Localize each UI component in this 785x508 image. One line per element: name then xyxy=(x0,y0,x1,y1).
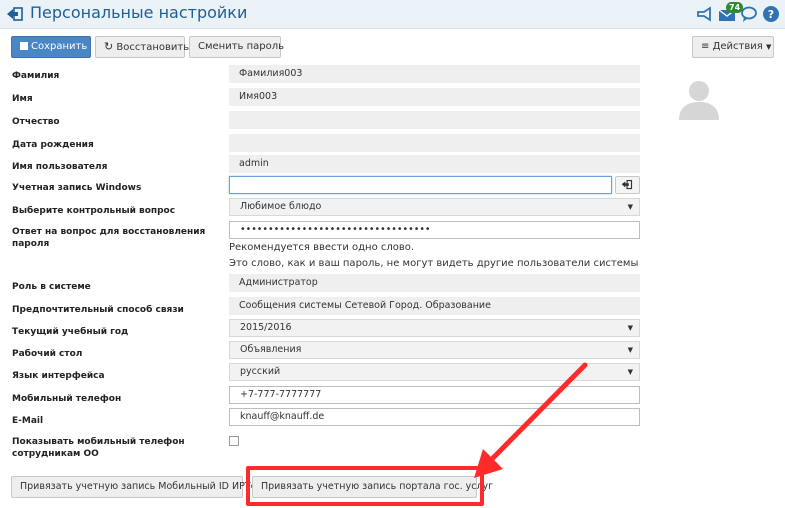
megaphone-icon[interactable] xyxy=(695,4,715,24)
hint-line-1: Рекомендуется ввести одно слово. xyxy=(229,242,415,253)
save-button[interactable]: Сохранить xyxy=(11,36,91,58)
language-select[interactable]: русский ▼ xyxy=(229,363,640,381)
show-mobile-label-line2: сотрудникам ОО xyxy=(12,449,99,459)
contact-method-label: Предпочтительный способ связи xyxy=(12,305,184,315)
security-question-select[interactable]: Любимое блюдо ▼ xyxy=(229,198,640,216)
top-icons: 74 ? xyxy=(695,2,781,25)
caret-down-icon: ▼ xyxy=(765,43,772,51)
name-field: Имя003 xyxy=(229,88,640,106)
role-label: Роль в системе xyxy=(12,282,91,292)
save-icon xyxy=(20,42,28,50)
change-password-button[interactable]: Сменить пароль xyxy=(189,36,284,58)
save-label: Сохранить xyxy=(31,41,88,52)
actions-label: Действия xyxy=(712,41,763,52)
help-icon[interactable]: ? xyxy=(761,4,781,24)
security-answer-label-line2: пароля xyxy=(12,239,50,249)
hint-line-2: Это слово, как и ваш пароль, не могут ви… xyxy=(229,258,639,269)
mobile-input[interactable]: +7-777-7777777 xyxy=(229,386,640,404)
username-field: admin xyxy=(229,155,640,173)
school-year-value: 2015/2016 xyxy=(240,322,292,333)
menu-icon: ≡ xyxy=(701,41,710,52)
login-icon xyxy=(621,179,633,190)
restore-icon: ↻ xyxy=(104,40,114,53)
caret-down-icon: ▼ xyxy=(627,203,633,211)
link-irtech-button[interactable]: Привязать учетную запись Мобильный ID ИР… xyxy=(11,476,262,498)
windows-login-button[interactable] xyxy=(615,176,640,194)
restore-button[interactable]: ↻ Восстановить xyxy=(95,36,189,58)
desktop-label: Рабочий стол xyxy=(12,349,83,359)
security-question-label: Выберите контрольный вопрос xyxy=(12,206,176,216)
security-answer-label-line1: Ответ на вопрос для восстановления xyxy=(12,227,206,237)
show-mobile-label-line1: Показывать мобильный телефон xyxy=(12,437,185,447)
mobile-label: Мобильный телефон xyxy=(12,394,122,404)
top-bar: Персональные настройки 74 ? xyxy=(0,0,785,29)
page-title: Персональные настройки xyxy=(30,3,248,22)
svg-text:?: ? xyxy=(768,8,774,21)
actions-dropdown[interactable]: ≡ Действия ▼ xyxy=(692,36,774,58)
patronymic-label: Отчество xyxy=(12,117,60,127)
show-mobile-checkbox[interactable] xyxy=(229,436,239,446)
highlight-box xyxy=(246,466,484,506)
caret-down-icon: ▼ xyxy=(627,346,633,354)
avatar xyxy=(679,81,719,120)
surname-field: Фамилия003 xyxy=(229,65,640,83)
chat-icon[interactable] xyxy=(739,4,759,24)
language-label: Язык интерфейса xyxy=(12,371,105,381)
windows-account-input[interactable] xyxy=(229,176,612,194)
email-input[interactable]: knauff@knauff.de xyxy=(229,408,640,426)
back-arrow-icon[interactable] xyxy=(6,5,24,23)
role-field: Администратор xyxy=(229,274,640,292)
language-value: русский xyxy=(240,366,281,377)
school-year-select[interactable]: 2015/2016 ▼ xyxy=(229,319,640,337)
restore-label: Восстановить xyxy=(116,42,190,53)
security-answer-label: Ответ на вопрос для восстановления парол… xyxy=(12,226,205,250)
security-answer-input[interactable]: •••••••••••••••••••••••••••••••••• xyxy=(229,221,640,239)
name-label: Имя xyxy=(12,94,33,104)
patronymic-field xyxy=(229,111,640,129)
desktop-value: Объявления xyxy=(240,344,302,355)
school-year-label: Текущий учебный год xyxy=(12,327,129,337)
surname-label: Фамилия xyxy=(12,71,60,81)
birthdate-label: Дата рождения xyxy=(12,140,94,150)
caret-down-icon: ▼ xyxy=(627,324,633,332)
caret-down-icon: ▼ xyxy=(627,368,633,376)
show-mobile-label: Показывать мобильный телефон сотрудникам… xyxy=(12,436,185,460)
contact-method-field: Сообщения системы Сетевой Город. Образов… xyxy=(229,297,640,315)
birthdate-field xyxy=(229,134,640,152)
desktop-select[interactable]: Объявления ▼ xyxy=(229,341,640,359)
mail-icon[interactable]: 74 xyxy=(717,2,744,24)
email-label: E-Mail xyxy=(12,416,44,426)
username-label: Имя пользователя xyxy=(12,162,108,172)
security-question-value: Любимое блюдо xyxy=(240,201,322,212)
windows-account-label: Учетная запись Windows xyxy=(12,183,142,193)
